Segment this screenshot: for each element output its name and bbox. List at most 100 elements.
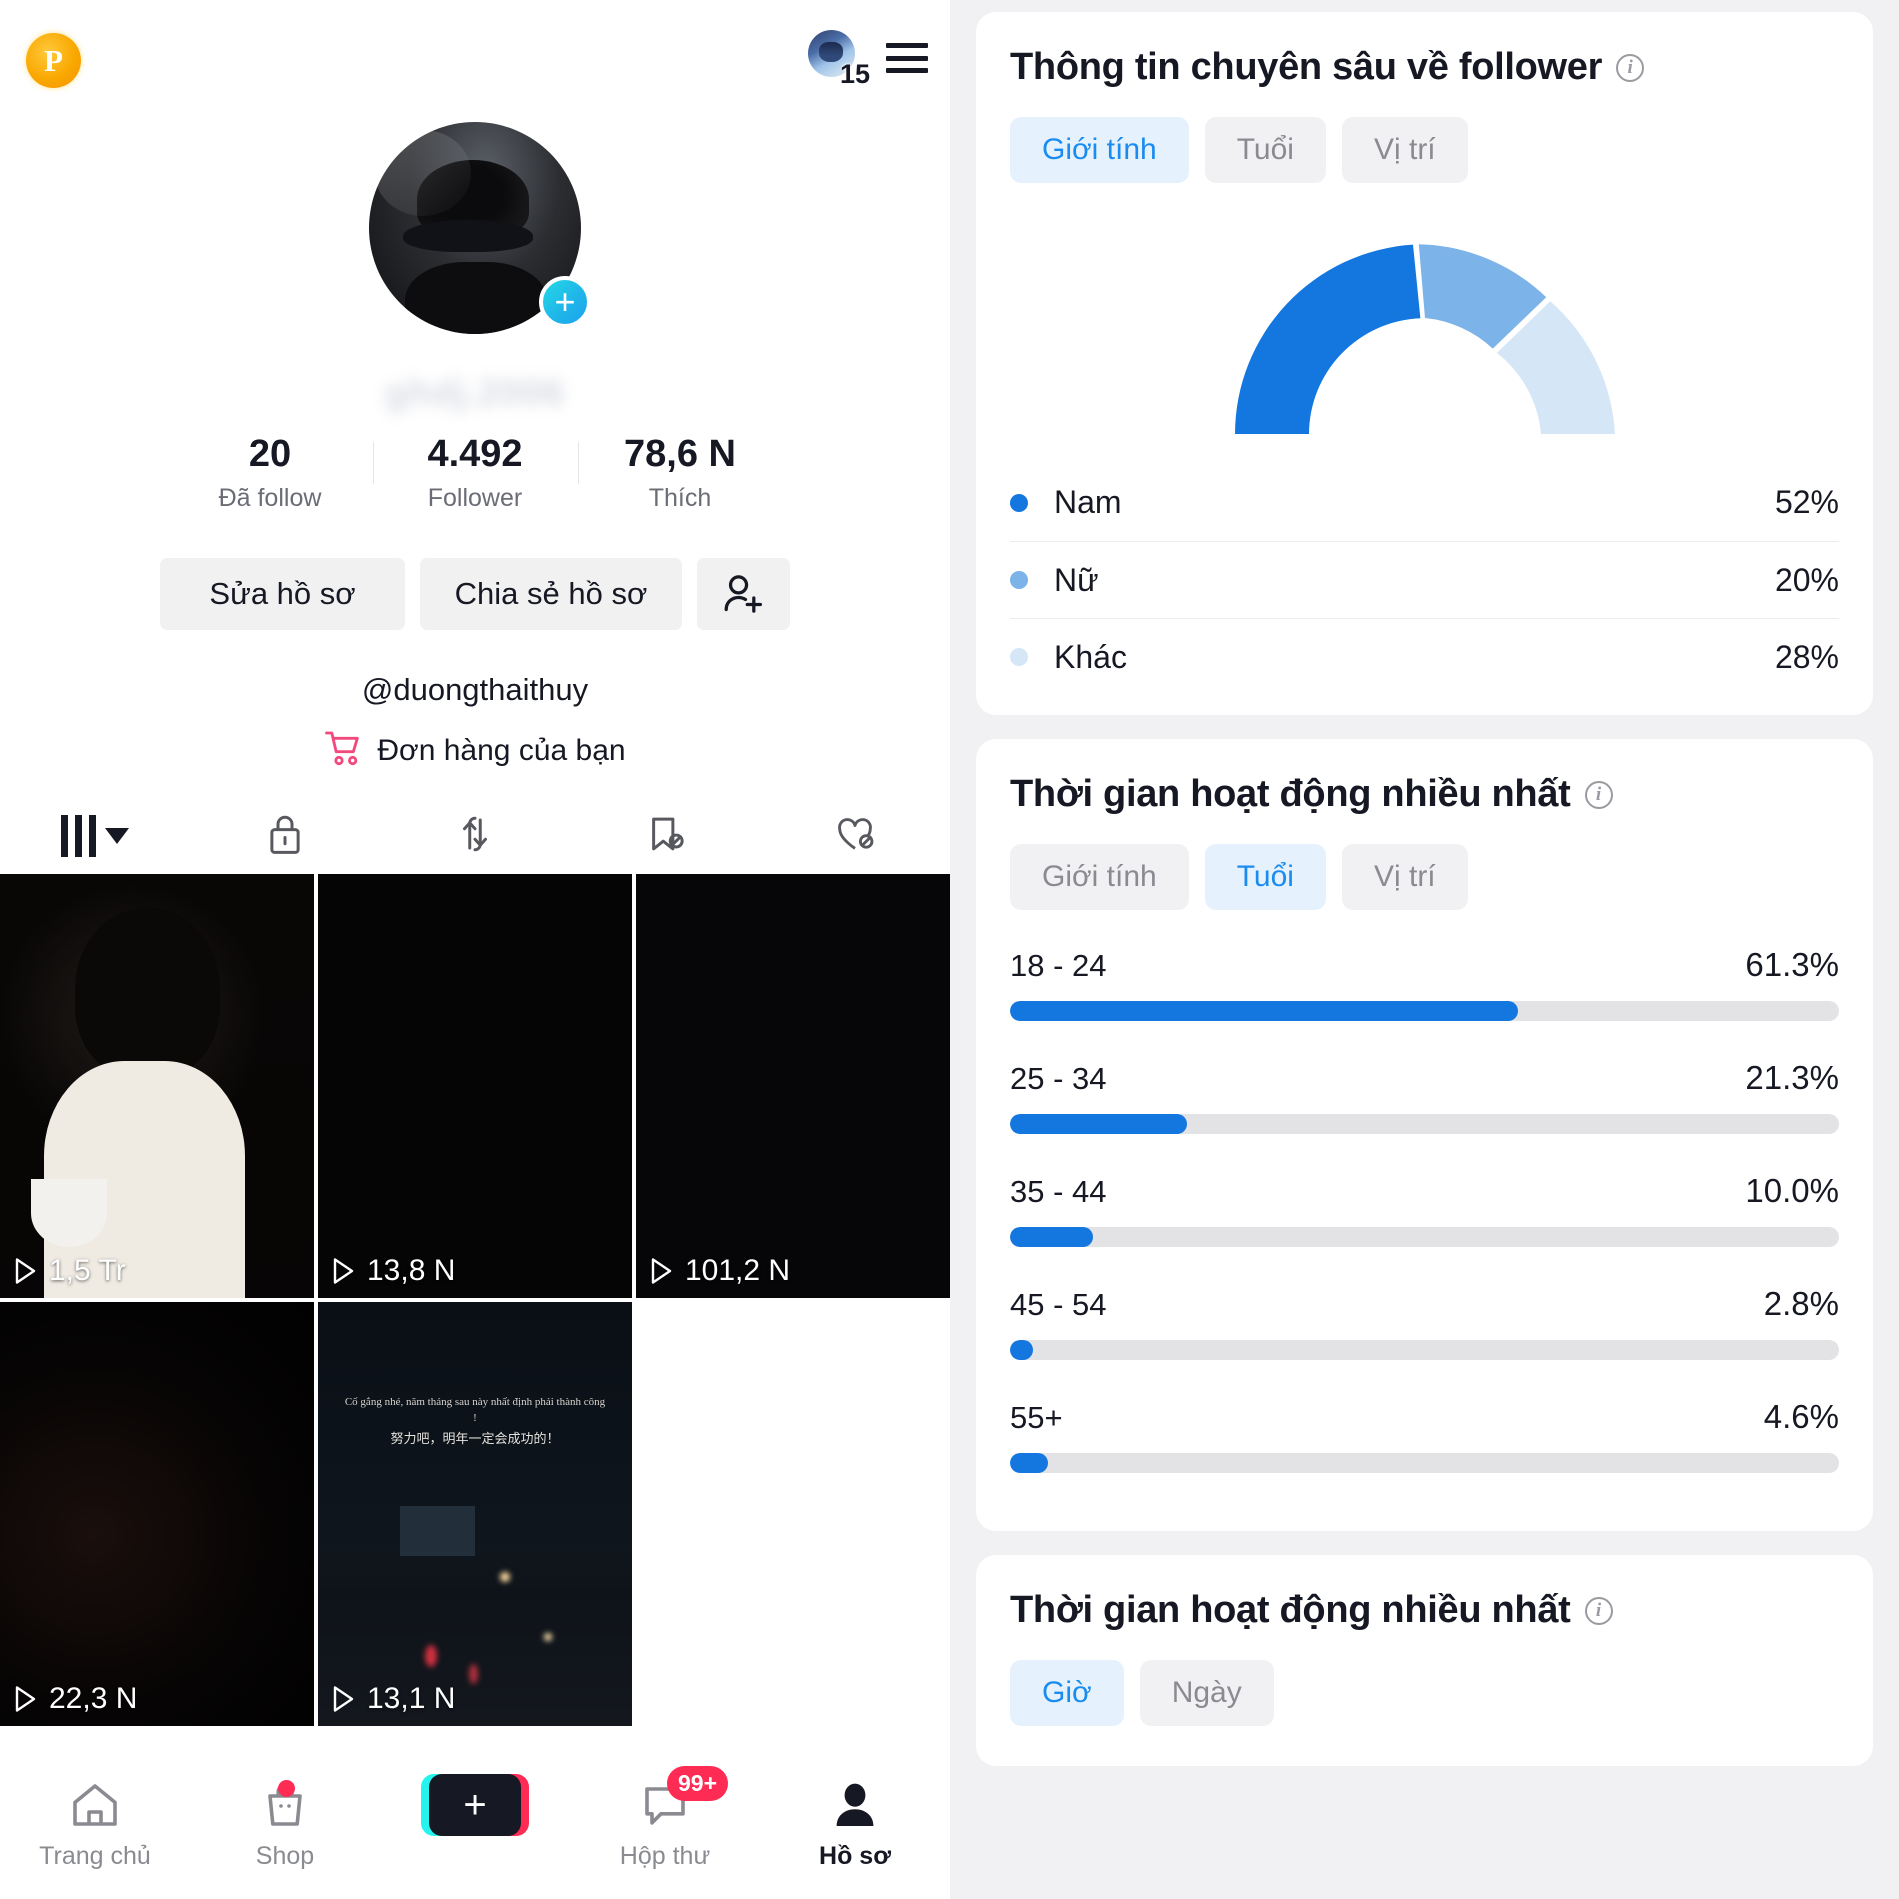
stat-likes-label: Thích — [648, 483, 712, 512]
video-thumbnail[interactable]: 1,5 Tr — [0, 874, 314, 1298]
bar-fill — [1010, 1453, 1049, 1473]
share-profile-button[interactable]: Chia sẻ hồ sơ — [420, 558, 682, 630]
add-friend-button[interactable] — [697, 558, 790, 630]
bar-value: 10.0% — [1745, 1172, 1839, 1209]
play-icon — [330, 1256, 356, 1286]
play-icon — [648, 1256, 674, 1286]
bar-fill — [1010, 1001, 1519, 1021]
bar-value: 2.8% — [1763, 1285, 1839, 1322]
bar-value: 4.6% — [1763, 1398, 1839, 1435]
video-overlay-text: Cố gắng nhé, năm tháng sau này nhất định… — [343, 1395, 607, 1449]
notification-count: 15 — [839, 59, 870, 89]
account-switcher[interactable]: 15 — [808, 30, 870, 88]
display-name: ghdj.2006 — [385, 372, 565, 413]
view-count-text: 13,8 N — [367, 1254, 456, 1287]
nav-label-inbox: Hộp thư — [619, 1842, 711, 1870]
bar-fill — [1010, 1340, 1034, 1360]
tab-grid[interactable] — [0, 800, 190, 882]
info-circle-icon[interactable]: i — [1584, 780, 1613, 809]
legend-label: Khác — [1054, 638, 1127, 675]
view-count-text: 101,2 N — [685, 1254, 791, 1287]
legend-row: Nữ 20% — [1010, 541, 1839, 618]
legend-color-dot — [1010, 571, 1028, 589]
person-icon — [831, 1778, 879, 1832]
stat-following[interactable]: 20 Đã follow — [168, 432, 373, 513]
nav-item-shop[interactable]: Shop — [190, 1778, 380, 1871]
follower-insights-title: Thông tin chuyên sâu về follower — [1010, 46, 1603, 88]
person-add-icon — [721, 574, 767, 614]
info-circle-icon[interactable]: i — [1584, 1596, 1613, 1625]
heart-hidden-icon — [833, 811, 877, 862]
tab-day[interactable]: Ngày — [1139, 1660, 1274, 1726]
video-thumbnail[interactable]: 101,2 N — [636, 874, 950, 1298]
bar-row: 18 - 24 61.3% — [1010, 946, 1839, 1021]
most-active-age-card: Thời gian hoạt động nhiều nhất i Giới tí… — [976, 739, 1873, 1531]
play-icon — [12, 1684, 38, 1714]
analytics-panel: Thông tin chuyên sâu về follower i Giới … — [950, 0, 1899, 1899]
tab-location[interactable]: Vị trí — [1341, 844, 1468, 910]
inbox-badge: 99+ — [667, 1766, 729, 1801]
nav-label-home: Trang chủ — [39, 1842, 151, 1870]
nav-item-create[interactable]: + — [380, 1774, 570, 1842]
tab-hour[interactable]: Giờ — [1010, 1660, 1124, 1726]
bar-track — [1010, 1001, 1839, 1021]
tab-reposts[interactable] — [380, 800, 570, 872]
tab-private[interactable] — [190, 800, 380, 872]
profile-actions: Sửa hồ sơ Chia sẻ hồ sơ — [0, 558, 950, 630]
menu-icon[interactable] — [886, 43, 928, 73]
legend-label: Nữ — [1054, 561, 1099, 598]
edit-profile-button[interactable]: Sửa hồ sơ — [160, 558, 405, 630]
gauge-segment-nam — [1234, 244, 1420, 434]
create-plus-icon: + — [421, 1774, 529, 1836]
video-view-count: 1,5 Tr — [12, 1254, 126, 1288]
stat-followers[interactable]: 4.492 Follower — [372, 432, 578, 513]
follower-insights-card: Thông tin chuyên sâu về follower i Giới … — [976, 12, 1873, 715]
screen: P 15 + ghdj.2006 20 Đã follow 4.492 Foll… — [0, 0, 1899, 1899]
most-active-time-card: Thời gian hoạt động nhiều nhất i Giờ Ngà… — [976, 1555, 1873, 1766]
nav-item-profile[interactable]: Hồ sơ — [760, 1778, 950, 1871]
video-thumbnail[interactable]: 22,3 N — [0, 1302, 314, 1726]
stat-likes[interactable]: 78,6 N Thích — [577, 432, 783, 513]
username-handle[interactable]: @duongthaithuy — [0, 672, 950, 708]
video-grid-empty-cell — [636, 1302, 950, 1726]
add-story-icon[interactable]: + — [539, 276, 591, 328]
tab-location[interactable]: Vị trí — [1341, 117, 1468, 183]
bar-track — [1010, 1340, 1839, 1360]
age-bars-chart: 18 - 24 61.3% 25 - 34 21.3% 35 - 44 10.0… — [1010, 946, 1839, 1473]
video-thumbnail[interactable]: 13,8 N — [318, 874, 632, 1298]
orders-link-label: Đơn hàng của bạn — [377, 733, 626, 767]
profile-content-tabs — [0, 800, 950, 882]
legend-row: Nam 52% — [1010, 464, 1839, 541]
nav-item-inbox[interactable]: 99+ Hộp thư — [570, 1766, 760, 1871]
repost-arrows-icon — [454, 811, 496, 862]
info-circle-icon[interactable]: i — [1616, 53, 1645, 82]
follower-insights-tabs: Giới tính Tuổi Vị trí — [1010, 117, 1839, 183]
gender-legend: Nam 52% Nữ 20% Khác 28% — [1010, 464, 1839, 695]
tab-liked[interactable] — [760, 800, 950, 872]
play-icon — [12, 1256, 38, 1286]
nav-label-shop: Shop — [255, 1842, 315, 1870]
most-active-age-tabs: Giới tính Tuổi Vị trí — [1010, 844, 1839, 910]
orders-link[interactable]: Đơn hàng của bạn — [0, 729, 950, 772]
tab-gender[interactable]: Giới tính — [1010, 117, 1189, 183]
tab-age[interactable]: Tuổi — [1204, 117, 1326, 183]
legend-value: 52% — [1774, 484, 1839, 520]
nav-item-home[interactable]: Trang chủ — [0, 1778, 190, 1871]
shopping-cart-icon — [324, 729, 364, 772]
tab-age[interactable]: Tuổi — [1204, 844, 1326, 910]
chevron-down-icon — [105, 828, 129, 844]
bar-row: 45 - 54 2.8% — [1010, 1285, 1839, 1360]
tab-gender[interactable]: Giới tính — [1010, 844, 1189, 910]
video-overlay-text-cn: 努力吧，明年一定会成功的！ — [390, 1431, 560, 1447]
bar-track — [1010, 1227, 1839, 1247]
video-view-count: 13,8 N — [330, 1254, 455, 1288]
most-active-age-title: Thời gian hoạt động nhiều nhất — [1010, 773, 1571, 815]
points-badge[interactable]: P — [26, 33, 81, 88]
bar-fill — [1010, 1227, 1093, 1247]
gender-gauge-chart — [1010, 219, 1839, 434]
legend-value: 20% — [1774, 561, 1839, 598]
stat-followers-label: Follower — [427, 483, 523, 512]
avatar[interactable]: + — [369, 122, 591, 334]
video-thumbnail[interactable]: Cố gắng nhé, năm tháng sau này nhất định… — [318, 1302, 632, 1726]
tab-saved[interactable] — [570, 800, 760, 872]
